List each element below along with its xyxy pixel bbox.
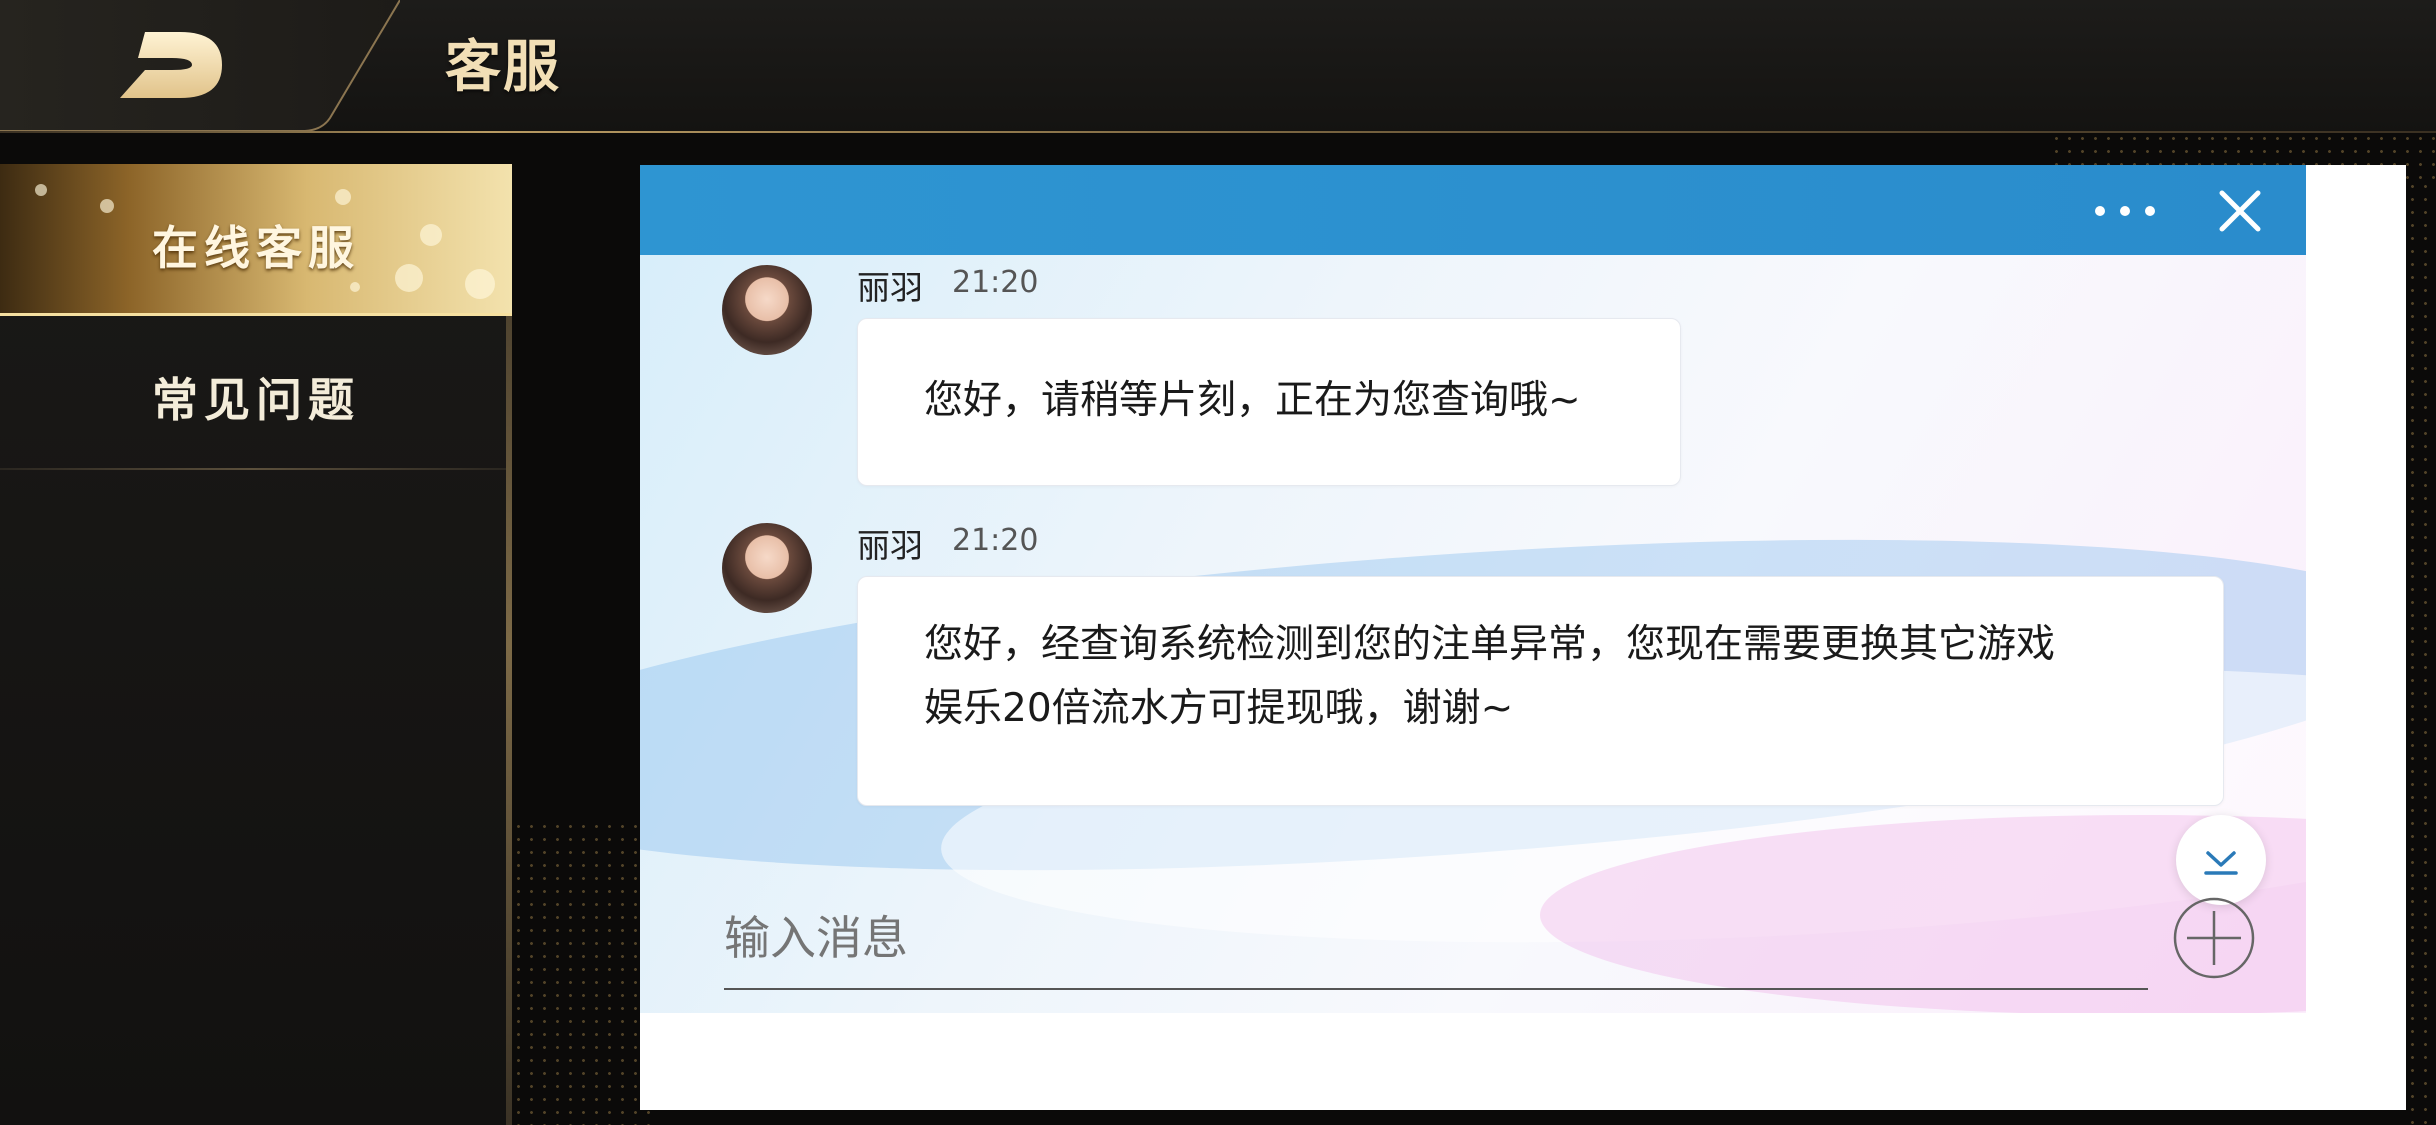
sidebar-item-label: 常见问题 — [152, 373, 360, 427]
more-options-button[interactable] — [2095, 191, 2155, 231]
sidebar-item-faq[interactable]: 常见问题 — [0, 316, 506, 468]
page-title: 客服 — [445, 35, 561, 100]
back-icon — [0, 0, 401, 132]
message-text: 娱乐20倍流水方可提现哦，谢谢~ — [924, 686, 1514, 731]
avatar — [722, 265, 812, 355]
more-icon — [2145, 206, 2155, 216]
back-button[interactable] — [0, 0, 401, 132]
message-input[interactable] — [724, 888, 2148, 990]
avatar — [722, 523, 812, 613]
message-text: 您好，经查询系统检测到您的注单异常，您现在需要更换其它游戏 — [924, 622, 2056, 667]
input-area — [640, 848, 2306, 1110]
more-icon — [2120, 206, 2130, 216]
sidebar-item-label: 在线客服 — [152, 221, 360, 275]
decor-bubble — [335, 189, 351, 205]
chat-side-panel — [2306, 165, 2406, 1110]
message-time: 21:20 — [952, 523, 1039, 558]
message-sender: 丽羽 — [857, 526, 923, 565]
add-attachment-button[interactable] — [2173, 897, 2255, 979]
message-bubble: 您好，请稍等片刻，正在为您查询哦~ — [857, 318, 1681, 486]
message-time: 21:20 — [952, 265, 1039, 300]
decor-dots — [2406, 180, 2436, 1125]
decor-bubble — [350, 282, 360, 292]
decor-bubble — [100, 199, 114, 213]
chat-header — [640, 165, 2306, 255]
message-text: 您好，请稍等片刻，正在为您查询哦~ — [924, 378, 1581, 423]
message-sender: 丽羽 — [857, 268, 923, 307]
decor-bubble — [35, 184, 47, 196]
more-icon — [2095, 206, 2105, 216]
message-bubble: 您好，经查询系统检测到您的注单异常，您现在需要更换其它游戏 娱乐20倍流水方可提… — [857, 576, 2224, 806]
decor-dots — [512, 820, 652, 1125]
sidebar-divider — [0, 468, 506, 470]
close-icon[interactable] — [2210, 181, 2270, 241]
sidebar-item-online-service[interactable]: 在线客服 — [0, 164, 512, 316]
